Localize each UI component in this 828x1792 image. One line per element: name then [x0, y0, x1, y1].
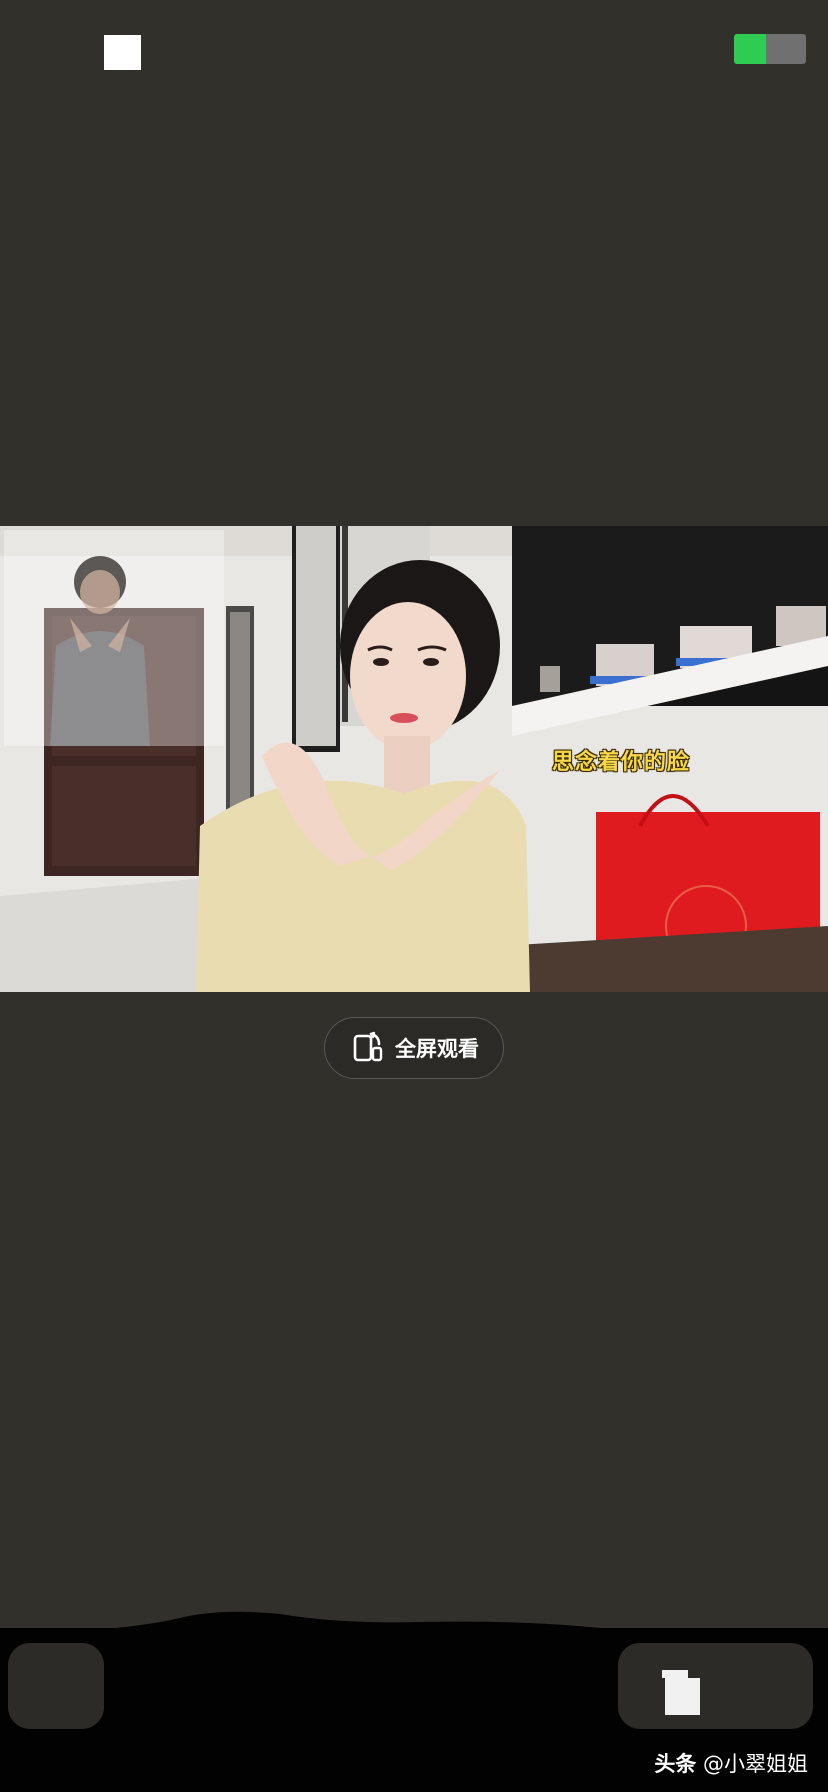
video-player[interactable]: 思念着你的脸 [0, 526, 828, 992]
battery-level-fill [734, 34, 767, 64]
fullscreen-watch-button[interactable]: 全屏观看 [324, 1017, 504, 1079]
fullscreen-watch-label: 全屏观看 [395, 1037, 479, 1061]
watermark-handle: @小翠姐姐 [703, 1752, 808, 1776]
status-bar-left-block [104, 35, 141, 70]
bottom-right-icon-tab [662, 1670, 688, 1678]
bottom-right-icon [665, 1678, 700, 1715]
bottom-left-button[interactable] [8, 1643, 104, 1729]
video-subtitle: 思念着你的脸 [552, 750, 691, 775]
rotate-screen-icon [349, 1028, 385, 1068]
watermark-brand: 头条 [654, 1752, 697, 1776]
video-frame-illustration [0, 526, 828, 992]
watermark: 头条 @小翠姐姐 [654, 1748, 808, 1778]
battery-icon [734, 34, 806, 64]
bottom-right-button[interactable] [618, 1643, 813, 1729]
